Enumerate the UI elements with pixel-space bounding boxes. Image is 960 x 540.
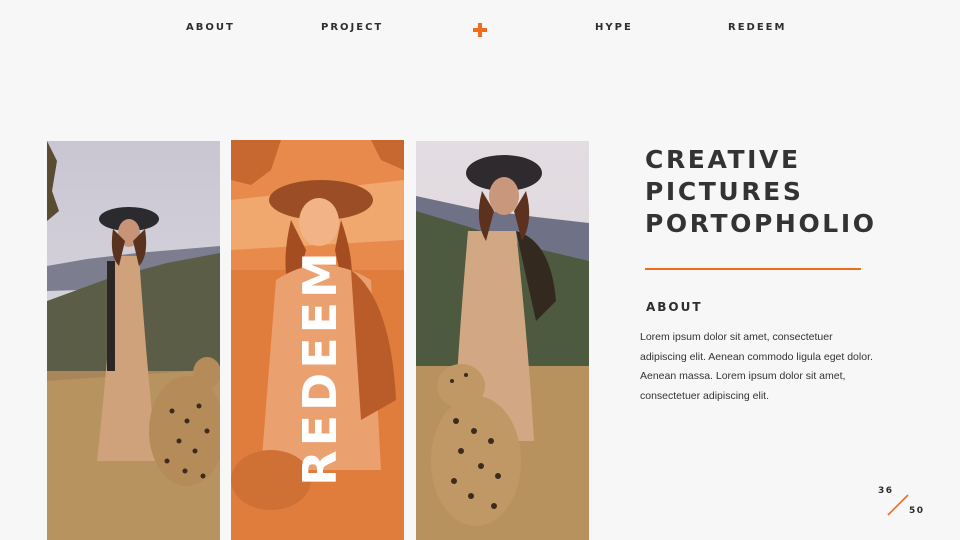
- page-title: CREATIVE PICTURES PORTOPHOLIO: [645, 144, 945, 240]
- page-number-total: 50: [909, 506, 925, 516]
- page-slash-divider: [887, 494, 909, 516]
- about-body-text: Lorem ipsum dolor sit amet, consectetuer…: [640, 331, 873, 402]
- plus-icon[interactable]: [473, 23, 487, 37]
- about-heading: ABOUT: [646, 300, 703, 314]
- nav-item-project[interactable]: PROJECT: [321, 22, 383, 33]
- title-line-3: PORTOPHOLIO: [645, 209, 877, 238]
- photo-woman-with-cheetah-right: [416, 141, 589, 540]
- accent-divider: [645, 268, 861, 270]
- title-line-1: CREATIVE: [645, 145, 801, 174]
- redeem-overlay-text: REDEEM: [293, 248, 347, 486]
- nav-item-hype[interactable]: HYPE: [595, 22, 633, 33]
- photo-woman-with-cheetah-left: [47, 141, 220, 540]
- nav-item-redeem[interactable]: REDEEM: [728, 22, 786, 33]
- nav-item-about[interactable]: ABOUT: [186, 22, 235, 33]
- title-line-2: PICTURES: [645, 177, 804, 206]
